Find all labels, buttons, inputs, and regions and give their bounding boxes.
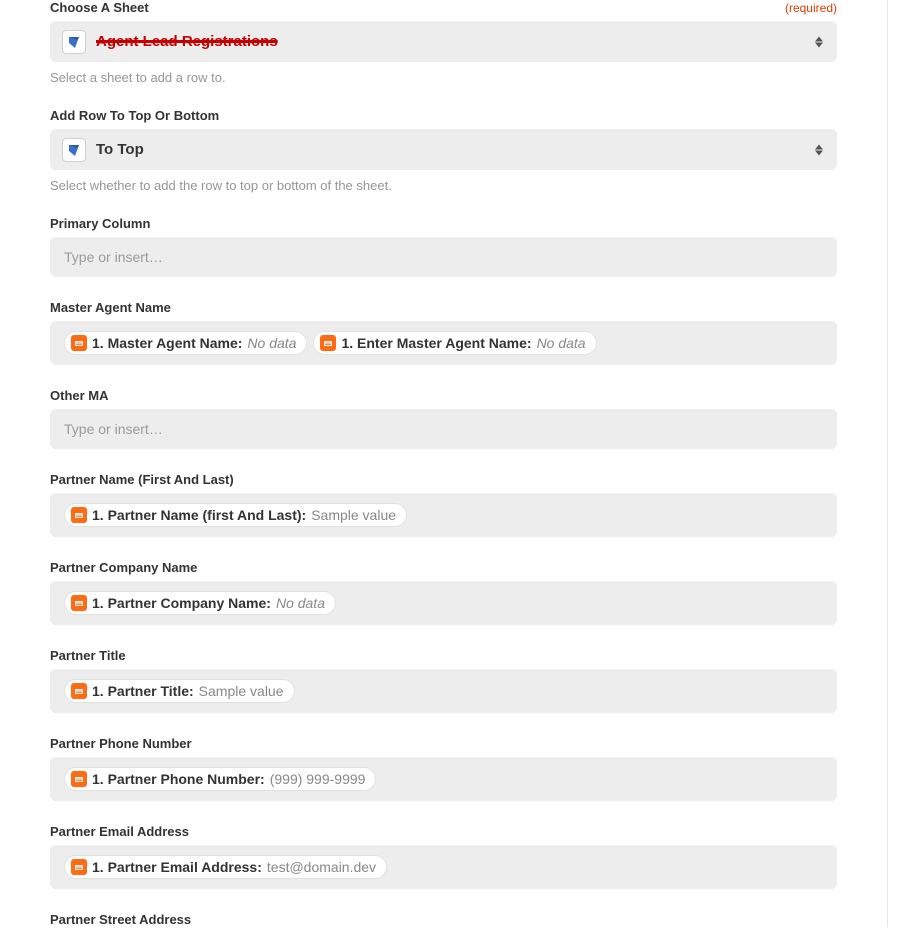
field-header: Primary Column <box>50 216 837 231</box>
required-indicator: (required) <box>785 1 837 15</box>
data-pill[interactable]: 1. Partner Name (first And Last): Sample… <box>64 503 407 527</box>
data-pill[interactable]: 1. Master Agent Name: No data <box>64 331 307 355</box>
placeholder-text: Type or insert… <box>64 249 163 265</box>
other-ma-input[interactable]: Type or insert… <box>50 409 837 449</box>
zap-source-icon <box>71 507 87 523</box>
add-row-label: Add Row To Top Or Bottom <box>50 108 219 123</box>
pill-label: 1. Partner Title: <box>92 683 194 699</box>
primary-column-field: Primary Column Type or insert… <box>50 216 837 277</box>
pill-value: (999) 999-9999 <box>270 771 366 787</box>
add-row-value: To Top <box>96 141 144 158</box>
partner-name-field: Partner Name (First And Last) 1. Partner… <box>50 472 837 537</box>
pill-label: 1. Partner Email Address: <box>92 859 262 875</box>
placeholder-text: Type or insert… <box>64 421 163 437</box>
choose-sheet-label: Choose A Sheet <box>50 0 149 15</box>
field-header: Master Agent Name <box>50 300 837 315</box>
partner-title-field: Partner Title 1. Partner Title: Sample v… <box>50 648 837 713</box>
partner-email-label: Partner Email Address <box>50 824 189 839</box>
partner-company-label: Partner Company Name <box>50 560 197 575</box>
add-row-helper: Select whether to add the row to top or … <box>50 178 837 193</box>
other-ma-label: Other MA <box>50 388 109 403</box>
chevron-updown-icon <box>815 144 823 155</box>
master-agent-label: Master Agent Name <box>50 300 171 315</box>
pill-label: 1. Partner Phone Number: <box>92 771 265 787</box>
zap-source-icon <box>71 335 87 351</box>
data-pill[interactable]: 1. Partner Phone Number: (999) 999-9999 <box>64 767 376 791</box>
data-pill[interactable]: 1. Partner Company Name: No data <box>64 591 336 615</box>
partner-street-field: Partner Street Address <box>50 912 837 927</box>
choose-sheet-helper: Select a sheet to add a row to. <box>50 70 837 85</box>
partner-phone-input[interactable]: 1. Partner Phone Number: (999) 999-9999 <box>50 757 837 801</box>
zap-source-icon <box>320 335 336 351</box>
zap-source-icon <box>71 595 87 611</box>
field-header: Partner Email Address <box>50 824 837 839</box>
data-pill[interactable]: 1. Enter Master Agent Name: No data <box>313 331 596 355</box>
partner-email-input[interactable]: 1. Partner Email Address: test@domain.de… <box>50 845 837 889</box>
master-agent-input[interactable]: 1. Master Agent Name: No data1. Enter Ma… <box>50 321 837 365</box>
pill-label: 1. Master Agent Name: <box>92 335 242 351</box>
choose-sheet-value: Agent Lead Registrations <box>96 33 278 50</box>
partner-email-field: Partner Email Address 1. Partner Email A… <box>50 824 837 889</box>
pill-value: Sample value <box>199 683 284 699</box>
primary-column-label: Primary Column <box>50 216 150 231</box>
choose-sheet-dropdown[interactable]: Agent Lead Registrations <box>50 21 837 62</box>
add-row-field: Add Row To Top Or Bottom To Top Select w… <box>50 108 837 193</box>
field-header: Partner Company Name <box>50 560 837 575</box>
pill-label: 1. Enter Master Agent Name: <box>341 335 531 351</box>
field-header: Partner Title <box>50 648 837 663</box>
field-header: Other MA <box>50 388 837 403</box>
pill-value: No data <box>276 595 325 611</box>
partner-phone-label: Partner Phone Number <box>50 736 192 751</box>
zap-source-icon <box>71 683 87 699</box>
partner-title-label: Partner Title <box>50 648 126 663</box>
zap-source-icon <box>71 859 87 875</box>
smartsheet-icon <box>62 30 86 54</box>
field-header: Partner Phone Number <box>50 736 837 751</box>
partner-street-label: Partner Street Address <box>50 912 191 927</box>
pill-value: test@domain.dev <box>267 859 376 875</box>
smartsheet-icon <box>62 138 86 162</box>
field-header: Add Row To Top Or Bottom <box>50 108 837 123</box>
master-agent-field: Master Agent Name 1. Master Agent Name: … <box>50 300 837 365</box>
other-ma-field: Other MA Type or insert… <box>50 388 837 449</box>
field-header: Partner Name (First And Last) <box>50 472 837 487</box>
field-header: Choose A Sheet (required) <box>50 0 837 15</box>
pill-value: Sample value <box>311 507 396 523</box>
partner-title-input[interactable]: 1. Partner Title: Sample value <box>50 669 837 713</box>
primary-column-input[interactable]: Type or insert… <box>50 237 837 277</box>
partner-company-input[interactable]: 1. Partner Company Name: No data <box>50 581 837 625</box>
choose-sheet-field: Choose A Sheet (required) Agent Lead Reg… <box>50 0 837 85</box>
pill-label: 1. Partner Name (first And Last): <box>92 507 306 523</box>
data-pill[interactable]: 1. Partner Title: Sample value <box>64 679 295 703</box>
data-pill[interactable]: 1. Partner Email Address: test@domain.de… <box>64 855 387 879</box>
pill-label: 1. Partner Company Name: <box>92 595 271 611</box>
partner-name-input[interactable]: 1. Partner Name (first And Last): Sample… <box>50 493 837 537</box>
partner-phone-field: Partner Phone Number 1. Partner Phone Nu… <box>50 736 837 801</box>
partner-company-field: Partner Company Name 1. Partner Company … <box>50 560 837 625</box>
partner-name-label: Partner Name (First And Last) <box>50 472 234 487</box>
add-row-dropdown[interactable]: To Top <box>50 129 837 170</box>
chevron-updown-icon <box>815 36 823 47</box>
pill-value: No data <box>537 335 586 351</box>
pill-value: No data <box>247 335 296 351</box>
field-header: Partner Street Address <box>50 912 837 927</box>
zap-source-icon <box>71 771 87 787</box>
